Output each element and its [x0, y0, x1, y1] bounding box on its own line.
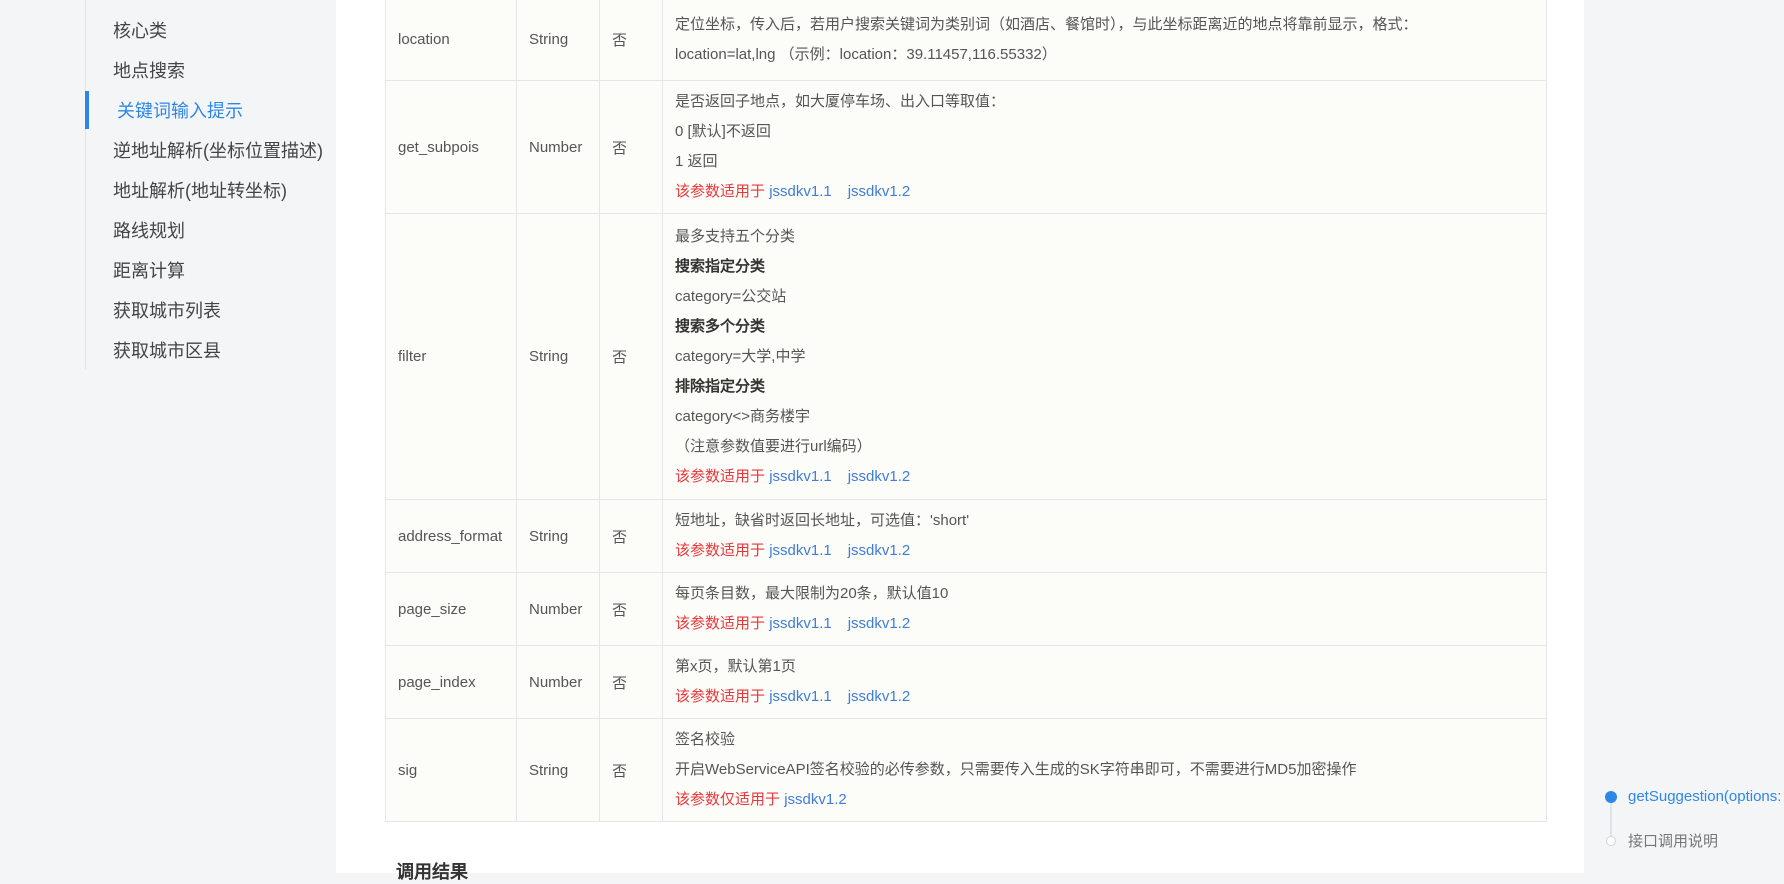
sidebar-item-geocoding[interactable]: 地址解析(地址转坐标) — [113, 179, 287, 203]
param-name: get_subpois — [385, 80, 517, 214]
desc-line: category=大学,中学 — [675, 347, 806, 365]
param-required: 否 — [599, 718, 663, 822]
version-link[interactable]: jssdkv1.1 — [769, 468, 832, 485]
version-link[interactable]: jssdkv1.1 — [769, 688, 832, 705]
toc-track — [1610, 798, 1612, 840]
param-required: 否 — [599, 645, 663, 719]
version-link[interactable]: jssdkv1.2 — [848, 183, 911, 200]
sidebar-item-city-list[interactable]: 获取城市列表 — [113, 299, 221, 323]
param-required: 否 — [599, 572, 663, 646]
param-type: String — [516, 213, 600, 500]
desc-line: 1 返回 — [675, 153, 718, 170]
desc-line: category<>商务楼宇 — [675, 407, 811, 425]
desc-line: 搜索多个分类 — [675, 317, 766, 335]
applies-label: 该参数适用于 — [675, 688, 766, 705]
param-name: page_index — [385, 645, 517, 719]
section-title-result: 调用结果 — [396, 862, 468, 882]
param-type: String — [516, 718, 600, 822]
desc-line: 短地址，缺省时返回长地址，可选值：'short' — [675, 512, 970, 529]
sidebar-item-reverse-geocoding[interactable]: 逆地址解析(坐标位置描述) — [113, 139, 323, 163]
applies-label: 该参数适用于 — [675, 467, 766, 485]
version-link[interactable]: jssdkv1.1 — [769, 615, 832, 632]
param-description: 最多支持五个分类 搜索指定分类 category=公交站 搜索多个分类 cate… — [662, 213, 1547, 500]
version-link[interactable]: jssdkv1.1 — [769, 183, 832, 200]
desc-line: 开启WebServiceAPI签名校验的必传参数，只需要传入生成的SK字符串即可… — [675, 761, 1357, 778]
sidebar-item-distance-calc[interactable]: 距离计算 — [113, 259, 185, 283]
toc-active-dot-icon — [1605, 791, 1617, 803]
applies-label: 该参数适用于 — [675, 615, 766, 632]
toc-item-api-usage[interactable]: 接口调用说明 — [1628, 830, 1718, 851]
applies-label: 该参数适用于 — [675, 542, 766, 559]
sidebar-item-route-planning[interactable]: 路线规划 — [113, 219, 185, 243]
desc-line: category=公交站 — [675, 287, 787, 305]
toc-rail: getSuggestion(options: 接口调用说明 — [1584, 0, 1784, 873]
param-type: String — [516, 499, 600, 573]
applies-line: 该参数适用于 jssdkv1.1 jssdkv1.2 — [675, 536, 1534, 566]
applies-line: 该参数适用于 jssdkv1.1 jssdkv1.2 — [675, 177, 1534, 207]
version-link[interactable]: jssdkv1.2 — [848, 615, 911, 632]
main-content: location String 否 定位坐标，传入后，若用户搜索关键词为类别词（… — [336, 0, 1584, 882]
toc-dot-icon — [1606, 836, 1616, 846]
desc-line: 最多支持五个分类 — [675, 227, 796, 245]
sidebar-item-core-class[interactable]: 核心类 — [113, 19, 167, 43]
param-description: 每页条目数，最大限制为20条，默认值10 该参数适用于 jssdkv1.1 jss… — [662, 572, 1547, 646]
version-link[interactable]: jssdkv1.2 — [848, 468, 911, 485]
desc-line: 排除指定分类 — [675, 377, 766, 395]
applies-line: 该参数仅适用于 jssdkv1.2 — [675, 785, 1534, 815]
table-row: sig String 否 签名校验 开启WebServiceAPI签名校验的必传… — [385, 718, 1547, 822]
version-link[interactable]: jssdkv1.2 — [784, 791, 847, 808]
applies-label: 该参数适用于 — [675, 183, 766, 200]
applies-line: 该参数适用于 jssdkv1.1 jssdkv1.2 — [675, 682, 1534, 712]
desc-line: 每页条目数，最大限制为20条，默认值10 — [675, 585, 949, 602]
sidebar-item-keyword-suggestion[interactable]: 关键词输入提示 — [117, 99, 243, 123]
param-description: 签名校验 开启WebServiceAPI签名校验的必传参数，只需要传入生成的SK… — [662, 718, 1547, 822]
param-description: 短地址，缺省时返回长地址，可选值：'short' 该参数适用于 jssdkv1.… — [662, 499, 1547, 573]
table-row: location String 否 定位坐标，传入后，若用户搜索关键词为类别词（… — [385, 0, 1547, 81]
param-name: page_size — [385, 572, 517, 646]
version-link[interactable]: jssdkv1.1 — [769, 542, 832, 559]
table-row: filter String 否 最多支持五个分类 搜索指定分类 category… — [385, 213, 1547, 500]
param-type: Number — [516, 80, 600, 214]
desc-line: 搜索指定分类 — [675, 257, 766, 275]
param-description: 定位坐标，传入后，若用户搜索关键词为类别词（如酒店、餐馆时），与此坐标距离近的地… — [662, 0, 1547, 81]
active-indicator — [85, 91, 89, 129]
sidebar-nav: 核心类 地点搜索 关键词输入提示 逆地址解析(坐标位置描述) 地址解析(地址转坐… — [0, 0, 336, 873]
param-required: 否 — [599, 499, 663, 573]
table-row: page_index Number 否 第x页，默认第1页 该参数适用于 jss… — [385, 645, 1547, 719]
param-description: 第x页，默认第1页 该参数适用于 jssdkv1.1 jssdkv1.2 — [662, 645, 1547, 719]
table-row: get_subpois Number 否 是否返回子地点，如大厦停车场、出入口等… — [385, 80, 1547, 214]
param-type: Number — [516, 572, 600, 646]
applies-label: 该参数仅适用于 — [675, 791, 781, 808]
desc-line: 定位坐标，传入后，若用户搜索关键词为类别词（如酒店、餐馆时），与此坐标距离近的地… — [675, 15, 1418, 33]
param-required: 否 — [599, 0, 663, 81]
param-description: 是否返回子地点，如大厦停车场、出入口等取值： 0 [默认]不返回 1 返回 该参… — [662, 80, 1547, 214]
params-table: location String 否 定位坐标，传入后，若用户搜索关键词为类别词（… — [385, 0, 1547, 822]
param-type: Number — [516, 645, 600, 719]
desc-line: 是否返回子地点，如大厦停车场、出入口等取值： — [675, 93, 1006, 110]
table-row: address_format String 否 短地址，缺省时返回长地址，可选值… — [385, 499, 1547, 573]
desc-line: （注意参数值要进行url编码） — [675, 437, 872, 455]
desc-line: 第x页，默认第1页 — [675, 658, 796, 675]
param-name: sig — [385, 718, 517, 822]
version-link[interactable]: jssdkv1.2 — [848, 688, 911, 705]
param-required: 否 — [599, 80, 663, 214]
table-row: page_size Number 否 每页条目数，最大限制为20条，默认值10 … — [385, 572, 1547, 646]
desc-line: 0 [默认]不返回 — [675, 123, 771, 140]
version-link[interactable]: jssdkv1.2 — [848, 542, 911, 559]
param-required: 否 — [599, 213, 663, 500]
param-name: address_format — [385, 499, 517, 573]
param-name: filter — [385, 213, 517, 500]
sidebar-item-place-search[interactable]: 地点搜索 — [113, 59, 185, 83]
applies-line: 该参数适用于 jssdkv1.1 jssdkv1.2 — [675, 462, 1534, 492]
sidebar-divider — [85, 0, 86, 369]
sidebar-item-city-districts[interactable]: 获取城市区县 — [113, 339, 221, 363]
param-name: location — [385, 0, 517, 81]
desc-line: 签名校验 — [675, 731, 736, 748]
applies-line: 该参数适用于 jssdkv1.1 jssdkv1.2 — [675, 609, 1534, 639]
desc-line: location=lat,lng （示例：location：39.11457,1… — [675, 45, 1057, 63]
param-type: String — [516, 0, 600, 81]
toc-item-get-suggestion[interactable]: getSuggestion(options: — [1628, 788, 1781, 805]
